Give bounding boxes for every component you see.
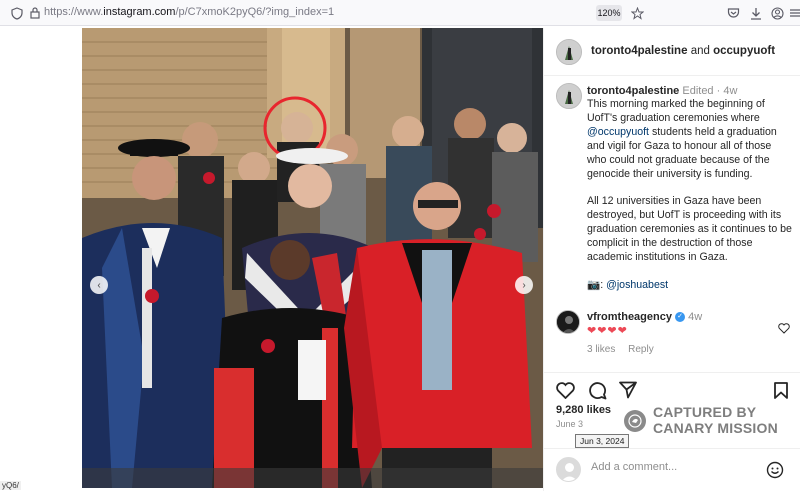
post-authors: toronto4palestine and occupyuoft bbox=[591, 45, 775, 57]
status-bar-url: yQ6/ bbox=[0, 481, 21, 490]
graduation-photo bbox=[82, 28, 543, 488]
bookmark-icon bbox=[774, 381, 788, 399]
carousel-next-button[interactable]: › bbox=[515, 276, 533, 294]
post-image[interactable]: ‹ › bbox=[82, 28, 543, 488]
caption-text: This morning marked the beginning of Uof… bbox=[587, 98, 792, 293]
comment-meta: 3 likes Reply bbox=[587, 344, 664, 355]
caption-p1-before: This morning marked the beginning of Uof… bbox=[587, 98, 765, 124]
comment-button[interactable] bbox=[586, 379, 608, 401]
menu-icon[interactable] bbox=[786, 4, 800, 22]
caption-age: 4w bbox=[723, 85, 738, 97]
post-panel: toronto4palestine and occupyuoft toronto… bbox=[543, 28, 800, 491]
canary-mission-watermark: CAPTURED BY CANARY MISSION bbox=[624, 404, 794, 439]
zoom-level-button[interactable]: 120% bbox=[596, 5, 622, 21]
watermark-line-1: CAPTURED BY bbox=[653, 404, 757, 420]
coauthor-username[interactable]: occupyuoft bbox=[713, 45, 775, 57]
commenter-username[interactable]: vfromtheagency bbox=[587, 311, 672, 323]
current-user-avatar bbox=[556, 457, 581, 482]
carousel-prev-button[interactable]: ‹ bbox=[90, 276, 108, 294]
caption-paragraph-1: This morning marked the beginning of Uof… bbox=[587, 98, 792, 181]
address-bar[interactable]: https://www.instagram.com/p/C7xmoK2pyQ6/… bbox=[44, 6, 334, 18]
watermark-text: CAPTURED BY CANARY MISSION bbox=[653, 404, 778, 436]
watermark-line-2: CANARY MISSION bbox=[653, 419, 778, 436]
like-count[interactable]: 9,280 likes bbox=[556, 404, 611, 416]
star-icon[interactable] bbox=[628, 4, 646, 22]
photo-credit: 📷: @joshuabest bbox=[587, 279, 792, 293]
url-path: /p/C7xmoK2pyQ6/?img_index=1 bbox=[175, 6, 335, 18]
pocket-icon[interactable] bbox=[724, 4, 742, 22]
canary-logo-icon bbox=[624, 410, 646, 432]
shield-icon[interactable] bbox=[8, 4, 26, 22]
chevron-left-icon: ‹ bbox=[97, 279, 101, 291]
avatar[interactable] bbox=[556, 39, 582, 65]
reply-button[interactable]: Reply bbox=[628, 344, 654, 355]
caption-avatar[interactable] bbox=[556, 83, 582, 109]
url-domain: instagram.com bbox=[103, 6, 176, 18]
comment-like-button[interactable] bbox=[776, 320, 792, 336]
date-tooltip: Jun 3, 2024 bbox=[575, 434, 630, 448]
comment-input[interactable]: Add a comment... bbox=[591, 461, 677, 473]
caption-username[interactable]: toronto4palestine bbox=[587, 85, 679, 97]
share-icon bbox=[619, 381, 637, 399]
heart-outline-icon bbox=[778, 322, 790, 334]
credit-mention-link[interactable]: @joshuabest bbox=[606, 279, 668, 291]
caption-paragraph-2: All 12 universities in Gaza have been de… bbox=[587, 195, 792, 263]
comment: vfromtheagency ✓ 4w bbox=[587, 311, 702, 323]
comment-age: 4w bbox=[688, 311, 703, 323]
emoji-icon bbox=[766, 461, 784, 479]
add-comment-bar: Add a comment... bbox=[544, 448, 800, 491]
camera-icon: 📷: bbox=[587, 278, 607, 291]
post-date[interactable]: June 3 bbox=[556, 419, 583, 429]
caption-header: toronto4palestine Edited · 4w bbox=[587, 85, 737, 97]
post-header: toronto4palestine and occupyuoft bbox=[544, 28, 800, 76]
emoji-button[interactable] bbox=[764, 459, 786, 481]
commenter-avatar[interactable] bbox=[556, 310, 580, 334]
edited-label: Edited bbox=[682, 85, 714, 97]
browser-toolbar: https://www.instagram.com/p/C7xmoK2pyQ6/… bbox=[0, 0, 800, 26]
account-icon[interactable] bbox=[768, 4, 786, 22]
author-username[interactable]: toronto4palestine bbox=[591, 45, 687, 57]
mention-link[interactable]: @occupyuoft bbox=[587, 126, 649, 138]
lock-icon[interactable] bbox=[26, 4, 44, 22]
author-joiner: and bbox=[690, 45, 710, 57]
comment-likes[interactable]: 3 likes bbox=[587, 344, 615, 355]
like-button[interactable] bbox=[554, 379, 576, 401]
save-button[interactable] bbox=[770, 379, 792, 401]
post-actions bbox=[544, 372, 800, 402]
comment-icon bbox=[588, 381, 606, 399]
heart-icon bbox=[555, 381, 575, 399]
caption-separator: · bbox=[716, 85, 721, 97]
verified-badge-icon: ✓ bbox=[675, 312, 686, 323]
comment-text: ❤❤❤❤ bbox=[587, 325, 628, 337]
download-icon[interactable] bbox=[747, 4, 765, 22]
url-prefix: https://www. bbox=[44, 6, 104, 18]
share-button[interactable] bbox=[617, 379, 639, 401]
chevron-right-icon: › bbox=[522, 279, 526, 291]
